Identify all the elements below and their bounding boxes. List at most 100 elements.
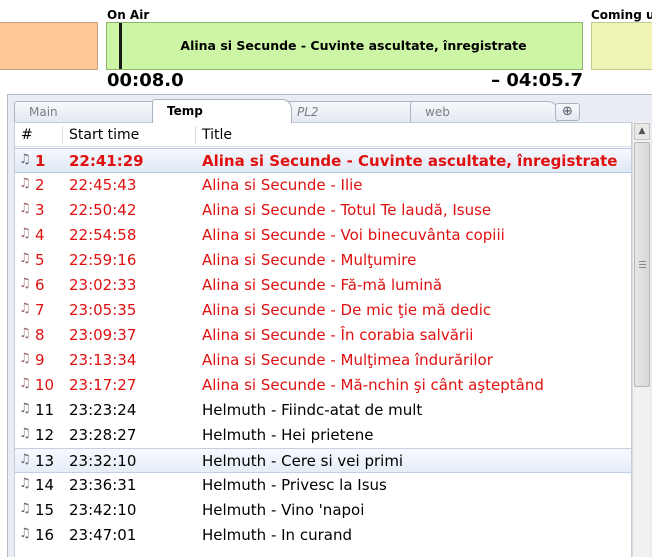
scroll-up-icon[interactable]: ▲ bbox=[634, 123, 650, 140]
row-number: 4 bbox=[35, 226, 45, 244]
tab-strip: Main Temp PL2 web ⊕ bbox=[8, 95, 652, 123]
music-note-icon: ♫ bbox=[19, 301, 31, 316]
table-row[interactable]: ♫ 15 23:42:10 Helmuth - Vino 'napoi bbox=[15, 498, 631, 523]
row-title: Alina si Secunde - Fă-mă lumină bbox=[202, 276, 443, 294]
row-title: Alina si Secunde - Mulţumire bbox=[202, 251, 417, 269]
row-title: Helmuth - In curand bbox=[202, 526, 352, 544]
row-start-time: 22:54:58 bbox=[69, 226, 137, 244]
row-start-time: 23:42:10 bbox=[69, 501, 137, 519]
row-title: Alina si Secunde - Mă-nchin şi cânt aşte… bbox=[202, 376, 544, 394]
row-start-time: 23:23:24 bbox=[69, 401, 137, 419]
vertical-scrollbar[interactable]: ▲ bbox=[632, 122, 650, 557]
tab-pl2[interactable]: PL2 bbox=[282, 101, 427, 123]
music-note-icon: ♫ bbox=[19, 326, 31, 341]
table-row[interactable]: ♫ 4 22:54:58 Alina si Secunde - Voi binecuv… bbox=[15, 223, 631, 248]
row-start-time: 23:36:31 bbox=[69, 476, 137, 494]
row-title: Alina si Secunde - În corabia salvării bbox=[202, 326, 474, 344]
music-note-icon: ♫ bbox=[19, 476, 31, 491]
table-row[interactable]: ♫ 3 22:50:42 Alina si Secunde - Totul Te la… bbox=[15, 198, 631, 223]
row-number: 3 bbox=[35, 201, 45, 219]
scrollbar-thumb[interactable] bbox=[634, 142, 650, 387]
music-note-icon: ♫ bbox=[19, 526, 31, 541]
row-title: Helmuth - Vino 'napoi bbox=[202, 501, 365, 519]
row-number: 11 bbox=[35, 401, 55, 419]
coming-up-box[interactable] bbox=[591, 22, 652, 70]
table-row[interactable]: ♫ 11 23:23:24 Helmuth - Fiindc-atat de mult bbox=[15, 398, 631, 423]
row-start-time: 23:32:10 bbox=[69, 452, 137, 470]
table-row[interactable]: ♫ 8 23:09:37 Alina si Secunde - În corabia … bbox=[15, 323, 631, 348]
table-row[interactable]: ♫ 1 22:41:29 Alina si Secunde - Cuvinte asc… bbox=[15, 148, 631, 173]
row-title: Alina si Secunde - Mulţimea îndurărilor bbox=[202, 351, 493, 369]
row-start-time: 23:28:27 bbox=[69, 426, 137, 444]
row-start-time: 22:50:42 bbox=[69, 201, 137, 219]
table-row[interactable]: ♫ 2 22:45:43 Alina si Secunde - Ilie bbox=[15, 173, 631, 198]
column-start-time[interactable]: Start time bbox=[69, 127, 139, 143]
table-row[interactable]: ♫ 16 23:47:01 Helmuth - In curand bbox=[15, 523, 631, 548]
music-note-icon: ♫ bbox=[19, 426, 31, 441]
table-row[interactable]: ♫ 13 23:32:10 Helmuth - Cere si vei primi bbox=[15, 448, 631, 473]
coming-up-label: Coming up bbox=[591, 8, 652, 22]
on-air-box[interactable]: Alina si Secunde - Cuvinte ascultate, în… bbox=[106, 22, 583, 70]
table-row[interactable]: ♫ 14 23:36:31 Helmuth - Privesc la Isus bbox=[15, 473, 631, 498]
row-title: Helmuth - Cere si vei primi bbox=[202, 452, 404, 470]
music-note-icon: ♫ bbox=[19, 176, 31, 191]
add-tab-icon[interactable]: ⊕ bbox=[555, 103, 580, 121]
row-number: 9 bbox=[35, 351, 45, 369]
row-title: Alina si Secunde - Totul Te laudă, Isuse bbox=[202, 201, 492, 219]
music-note-icon: ♫ bbox=[19, 251, 31, 266]
row-title: Alina si Secunde - Ilie bbox=[202, 176, 363, 194]
table-row[interactable]: ♫ 5 22:59:16 Alina si Secunde - Mulţumire bbox=[15, 248, 631, 273]
on-air-title: Alina si Secunde - Cuvinte ascultate, în… bbox=[180, 38, 527, 53]
row-title: Alina si Secunde - De mic ţie mă dedic bbox=[202, 301, 492, 319]
on-air-label: On Air bbox=[107, 8, 150, 22]
row-start-time: 23:05:35 bbox=[69, 301, 137, 319]
row-number: 10 bbox=[35, 376, 55, 394]
column-number[interactable]: # bbox=[21, 127, 33, 143]
table-row[interactable]: ♫ 12 23:28:27 Helmuth - Hei prietene bbox=[15, 423, 631, 448]
row-start-time: 22:45:43 bbox=[69, 176, 137, 194]
row-start-time: 23:13:34 bbox=[69, 351, 137, 369]
row-number: 1 bbox=[35, 152, 46, 170]
row-start-time: 23:17:27 bbox=[69, 376, 137, 394]
row-number: 15 bbox=[35, 501, 55, 519]
row-start-time: 23:47:01 bbox=[69, 526, 137, 544]
row-number: 8 bbox=[35, 326, 45, 344]
table-row[interactable]: ♫ 6 23:02:33 Alina si Secunde - Fă-mă lumin… bbox=[15, 273, 631, 298]
playlist-panel: Main Temp PL2 web ⊕ # Start time Title ♫… bbox=[7, 94, 652, 557]
music-note-icon: ♫ bbox=[19, 226, 31, 241]
music-note-icon: ♫ bbox=[19, 401, 31, 416]
playlist-table[interactable]: # Start time Title ♫ 1 22:41:29 Alina si Se… bbox=[14, 122, 632, 557]
row-number: 16 bbox=[35, 526, 55, 544]
previous-track-box[interactable] bbox=[0, 22, 98, 70]
music-note-icon: ♫ bbox=[19, 501, 31, 516]
row-start-time: 22:41:29 bbox=[69, 152, 144, 170]
row-start-time: 23:02:33 bbox=[69, 276, 137, 294]
music-note-icon: ♫ bbox=[19, 201, 31, 216]
table-row[interactable]: ♫ 7 23:05:35 Alina si Secunde - De mic ţie … bbox=[15, 298, 631, 323]
music-note-icon: ♫ bbox=[19, 276, 31, 291]
music-note-icon: ♫ bbox=[19, 452, 31, 467]
music-note-icon: ♫ bbox=[19, 152, 31, 167]
table-row[interactable]: ♫ 9 23:13:34 Alina si Secunde - Mulţimea în… bbox=[15, 348, 631, 373]
row-number: 12 bbox=[35, 426, 55, 444]
tab-web[interactable]: web bbox=[410, 101, 558, 123]
column-title[interactable]: Title bbox=[202, 127, 232, 143]
row-number: 14 bbox=[35, 476, 55, 494]
row-number: 7 bbox=[35, 301, 45, 319]
row-number: 2 bbox=[35, 176, 45, 194]
table-row[interactable]: ♫ 10 23:17:27 Alina si Secunde - Mă-nchin ş… bbox=[15, 373, 631, 398]
row-title: Helmuth - Fiindc-atat de mult bbox=[202, 401, 423, 419]
row-title: Helmuth - Hei prietene bbox=[202, 426, 374, 444]
row-start-time: 23:09:37 bbox=[69, 326, 137, 344]
row-number: 5 bbox=[35, 251, 45, 269]
playhead-marker bbox=[119, 23, 122, 69]
remaining-time: – 04:05.7 bbox=[491, 70, 583, 91]
tab-main[interactable]: Main bbox=[14, 101, 164, 123]
row-title: Alina si Secunde - Cuvinte ascultate, în… bbox=[202, 152, 618, 170]
row-number: 6 bbox=[35, 276, 45, 294]
tab-temp[interactable]: Temp bbox=[152, 99, 292, 123]
row-number: 13 bbox=[35, 452, 55, 470]
elapsed-time: 00:08.0 bbox=[107, 70, 184, 91]
row-title: Helmuth - Privesc la Isus bbox=[202, 476, 387, 494]
row-start-time: 22:59:16 bbox=[69, 251, 137, 269]
